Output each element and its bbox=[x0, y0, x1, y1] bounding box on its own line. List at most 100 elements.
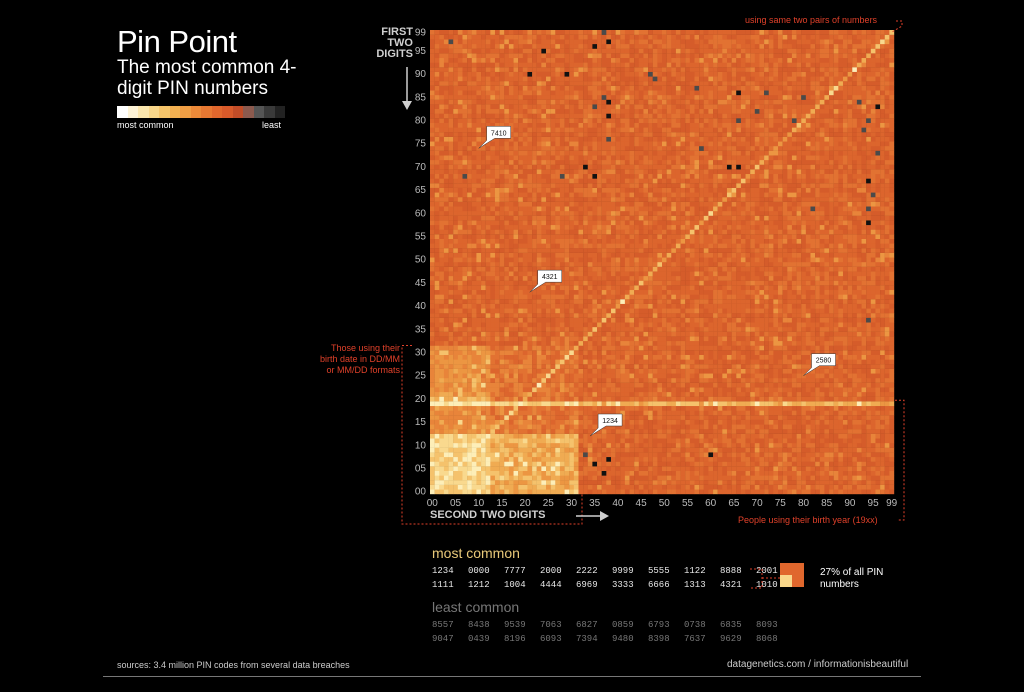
heatmap-cell bbox=[606, 364, 612, 369]
heatmap-cell bbox=[694, 285, 700, 291]
heatmap-cell bbox=[652, 271, 658, 277]
heatmap-cell bbox=[870, 354, 876, 360]
heatmap-cell bbox=[494, 285, 500, 291]
heatmap-cell bbox=[453, 266, 459, 272]
heatmap-cell bbox=[778, 424, 783, 430]
heatmap-cell bbox=[819, 452, 825, 458]
heatmap-cell bbox=[624, 350, 630, 355]
heatmap-cell bbox=[499, 303, 505, 309]
heatmap-cell bbox=[838, 433, 844, 439]
heatmap-cell bbox=[759, 391, 765, 397]
heatmap-cell bbox=[513, 391, 519, 397]
heatmap-cell bbox=[819, 322, 825, 328]
heatmap-cell bbox=[559, 456, 565, 462]
heatmap-cell bbox=[601, 401, 607, 407]
heatmap-cell bbox=[643, 317, 649, 323]
heatmap-cell bbox=[494, 401, 500, 407]
heatmap-cell bbox=[494, 340, 500, 346]
heatmap-cell bbox=[666, 447, 672, 453]
heatmap-cell bbox=[768, 452, 774, 458]
heatmap-cell bbox=[648, 396, 653, 402]
heatmap-cell bbox=[829, 415, 834, 420]
heatmap-cell bbox=[485, 396, 491, 402]
heatmap-cell bbox=[606, 378, 612, 383]
heatmap-cell bbox=[583, 266, 588, 272]
heatmap-cell bbox=[884, 350, 890, 355]
heatmap-cell bbox=[490, 419, 496, 425]
heatmap-cell bbox=[564, 419, 570, 425]
heatmap-cell bbox=[713, 275, 718, 281]
heatmap-cell bbox=[819, 447, 825, 453]
heatmap-cell bbox=[443, 433, 449, 439]
heatmap-cell bbox=[494, 484, 500, 490]
heatmap-cell bbox=[532, 391, 537, 397]
heatmap-cell bbox=[629, 489, 635, 495]
heatmap-cell bbox=[787, 382, 793, 388]
heatmap-cell bbox=[610, 308, 616, 314]
heatmap-cell bbox=[778, 484, 783, 490]
heatmap-cell bbox=[494, 294, 500, 300]
heatmap-cell bbox=[652, 364, 658, 369]
heatmap-cell bbox=[457, 410, 463, 416]
heatmap-cell bbox=[699, 461, 704, 467]
heatmap-cell bbox=[680, 289, 686, 295]
heatmap-cell bbox=[657, 317, 663, 323]
heatmap-cell bbox=[624, 331, 630, 337]
heatmap-cell bbox=[884, 373, 890, 379]
heatmap-cell bbox=[689, 266, 695, 272]
heatmap-cell bbox=[657, 308, 663, 314]
heatmap-cell bbox=[810, 489, 816, 495]
heatmap-cell bbox=[717, 331, 723, 337]
heatmap-cell bbox=[532, 429, 537, 434]
heatmap-cell bbox=[610, 461, 616, 467]
heatmap-cell bbox=[634, 424, 639, 430]
heatmap-cell bbox=[889, 359, 895, 365]
heatmap-cell bbox=[485, 378, 491, 383]
heatmap-cell bbox=[699, 317, 704, 323]
heatmap-cell bbox=[499, 313, 505, 318]
heatmap-cell bbox=[508, 480, 514, 485]
heatmap-cell bbox=[699, 285, 704, 291]
heatmap-cell bbox=[731, 285, 737, 291]
heatmap-cell bbox=[448, 308, 454, 314]
heatmap-cell bbox=[870, 275, 876, 281]
heatmap-cell bbox=[481, 299, 486, 304]
heatmap-cell bbox=[750, 262, 755, 267]
heatmap-cell bbox=[680, 368, 686, 374]
heatmap-cell bbox=[462, 470, 468, 476]
heatmap-cell bbox=[513, 405, 519, 411]
heatmap-cell bbox=[856, 340, 862, 346]
heatmap-cell bbox=[583, 336, 588, 342]
heatmap-cell bbox=[736, 336, 742, 342]
heatmap-cell bbox=[601, 294, 607, 300]
heatmap-cell bbox=[866, 340, 871, 346]
heatmap-cell bbox=[550, 378, 556, 383]
heatmap-cell bbox=[467, 480, 472, 485]
heatmap-cell bbox=[731, 289, 737, 295]
heatmap-cell bbox=[620, 331, 626, 337]
heatmap-cell bbox=[606, 326, 612, 332]
heatmap-cell bbox=[467, 308, 472, 314]
heatmap-cell bbox=[782, 396, 788, 402]
heatmap-cell bbox=[453, 280, 459, 286]
heatmap-cell bbox=[805, 326, 811, 332]
heatmap-cell bbox=[555, 322, 561, 328]
heatmap-cell bbox=[856, 322, 862, 328]
heatmap-cell bbox=[726, 489, 732, 495]
heatmap-cell bbox=[485, 475, 491, 481]
heatmap-cell bbox=[703, 294, 709, 300]
heatmap-cell bbox=[833, 424, 839, 430]
heatmap-cell bbox=[467, 299, 472, 304]
heatmap-cell bbox=[601, 484, 607, 490]
heatmap-cell bbox=[889, 475, 895, 481]
heatmap-cell bbox=[569, 285, 575, 291]
heatmap-cell bbox=[434, 373, 440, 379]
heatmap-cell bbox=[467, 447, 472, 453]
heatmap-cell bbox=[773, 401, 779, 407]
heatmap-cell bbox=[805, 484, 811, 490]
heatmap-cell bbox=[606, 359, 612, 365]
heatmap-cell bbox=[796, 438, 802, 444]
heatmap-cell bbox=[815, 289, 820, 295]
heatmap-cell bbox=[499, 396, 505, 402]
heatmap-cell bbox=[583, 475, 588, 481]
